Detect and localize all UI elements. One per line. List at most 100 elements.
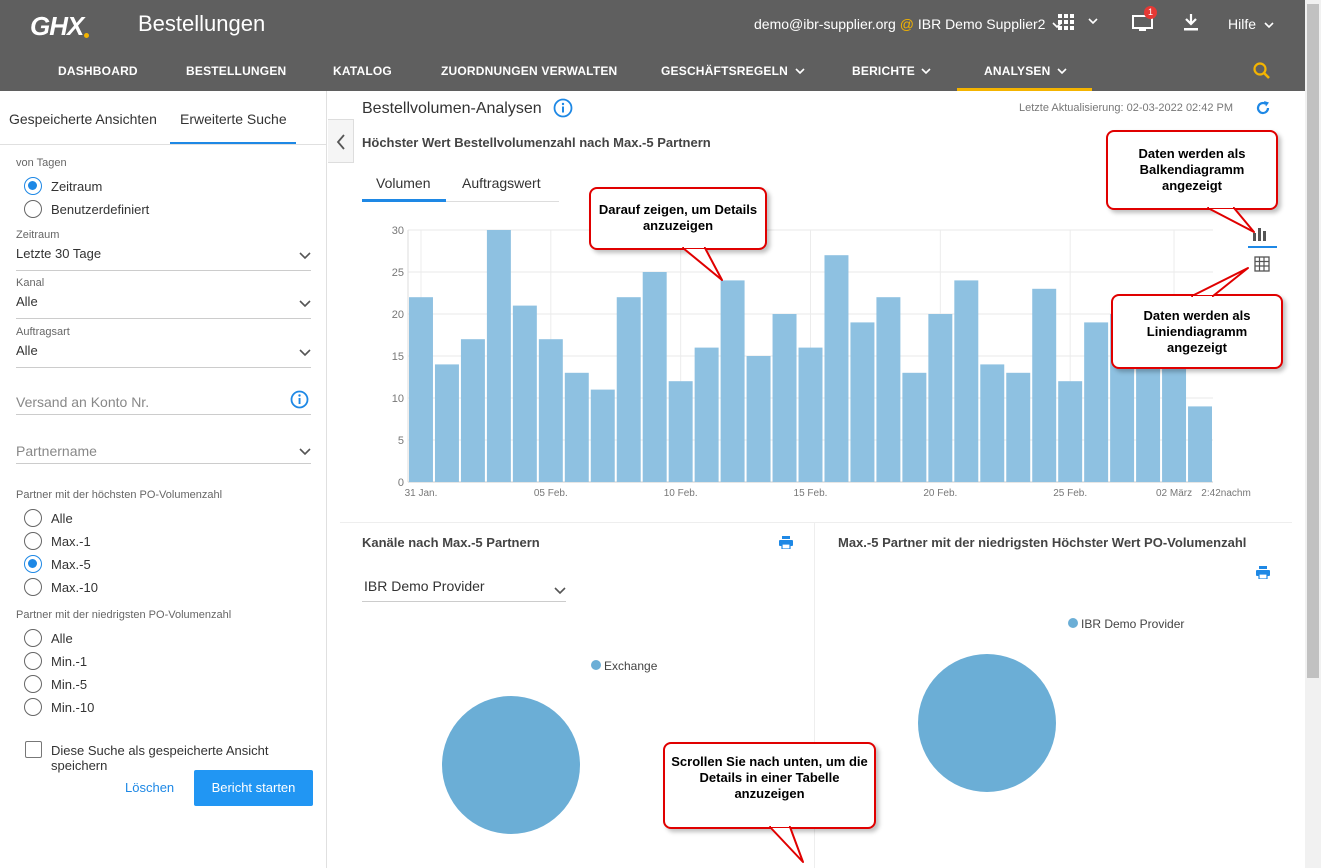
callout-scroll-table: Scrollen Sie nach unten, um die Details … <box>663 742 876 829</box>
table-grid-icon[interactable] <box>1254 256 1270 272</box>
radio-bottom-1[interactable] <box>24 652 42 670</box>
legend-label: Exchange <box>604 659 658 673</box>
radio-custom[interactable] <box>24 200 42 218</box>
info-icon[interactable] <box>553 98 573 118</box>
bar[interactable] <box>954 280 979 482</box>
partner-placeholder: Partnername <box>16 443 97 459</box>
bar[interactable] <box>1032 288 1057 482</box>
chevron-down-icon <box>1057 68 1067 75</box>
bar[interactable] <box>460 339 485 482</box>
radio-bottom-all[interactable] <box>24 629 42 647</box>
radio-label: Alle <box>51 631 73 646</box>
help-menu[interactable]: Hilfe <box>1228 16 1274 32</box>
bar[interactable] <box>1084 322 1109 482</box>
radio-top-5[interactable] <box>24 555 42 573</box>
radio-label: Max.-5 <box>51 557 91 572</box>
scrollbar-thumb[interactable] <box>1307 4 1319 678</box>
user-org: IBR Demo Supplier2 <box>917 16 1046 32</box>
radio-top-1[interactable] <box>24 532 42 550</box>
legend-marker <box>1068 618 1078 628</box>
lowest-partners-pie-slice[interactable] <box>918 654 1056 792</box>
download-icon[interactable] <box>1183 13 1199 38</box>
x-tick-label: 20 Feb. <box>923 488 957 499</box>
channel-select[interactable]: Alle <box>16 294 311 319</box>
bar[interactable] <box>746 356 771 482</box>
callout-line-mode: Daten werden als Liniendiagramm angezeig… <box>1111 294 1283 369</box>
radio-bottom-10[interactable] <box>24 698 42 716</box>
tab-auftragswert[interactable]: Auftragswert <box>462 175 541 191</box>
bar[interactable] <box>798 347 823 482</box>
order-type-label: Auftragsart <box>16 326 70 338</box>
nav-katalog[interactable]: KATALOG <box>333 64 392 78</box>
info-icon[interactable] <box>290 390 309 409</box>
radio-zeitraum[interactable] <box>24 177 42 195</box>
bar[interactable] <box>642 272 667 482</box>
bar[interactable] <box>850 322 875 482</box>
nav-label: GESCHÄFTSREGELN <box>661 64 789 78</box>
bar[interactable] <box>1188 406 1212 482</box>
clear-button[interactable]: Löschen <box>125 780 174 795</box>
radio-top-all[interactable] <box>24 509 42 527</box>
chevron-down-icon <box>299 448 311 456</box>
channels-pie-slice[interactable] <box>442 696 580 834</box>
radio-top-10[interactable] <box>24 578 42 596</box>
bar[interactable] <box>928 314 953 482</box>
period-value: Letzte 30 Tage <box>16 246 102 261</box>
bar[interactable] <box>694 347 719 482</box>
bar[interactable] <box>720 280 745 482</box>
period-select[interactable]: Letzte 30 Tage <box>16 246 311 271</box>
nav-analysen[interactable]: ANALYSEN <box>984 64 1067 78</box>
bar[interactable] <box>1006 372 1031 482</box>
bar[interactable] <box>616 297 641 482</box>
run-report-button[interactable]: Bericht starten <box>194 770 313 806</box>
apps-grid-icon[interactable] <box>1058 13 1098 36</box>
active-tab-indicator <box>362 199 446 202</box>
bar[interactable] <box>538 339 563 482</box>
chevron-down-icon <box>921 68 932 75</box>
order-type-select[interactable]: Alle <box>16 343 311 368</box>
nav-dashboard[interactable]: DASHBOARD <box>58 64 138 78</box>
bottom-partners-label: Partner mit der niedrigsten PO-Volumenza… <box>16 609 232 621</box>
save-view-label: Diese Suche als gespeicherte Ansicht spe… <box>51 743 269 773</box>
save-view-checkbox[interactable] <box>25 741 42 758</box>
provider-select[interactable]: IBR Demo Provider <box>362 578 566 602</box>
collapse-sidebar-button[interactable] <box>328 119 354 163</box>
print-icon[interactable] <box>1256 566 1270 579</box>
search-icon[interactable] <box>1253 62 1271 83</box>
bar[interactable] <box>409 297 433 482</box>
print-icon[interactable] <box>779 536 793 549</box>
x-tick-label: 31 Jan. <box>405 488 438 499</box>
user-account[interactable]: demo@ibr-supplier.org @ IBR Demo Supplie… <box>754 16 1062 32</box>
refresh-icon[interactable] <box>1255 100 1271 116</box>
nav-berichte[interactable]: BERICHTE <box>852 64 932 78</box>
bar-chart-icon[interactable] <box>1250 225 1272 243</box>
x-tick-label: 25 Feb. <box>1053 488 1087 499</box>
bar[interactable] <box>1058 381 1083 482</box>
partner-name-select[interactable]: Partnername <box>16 434 311 464</box>
bar[interactable] <box>590 389 615 482</box>
nav-bestellungen[interactable]: BESTELLUNGEN <box>186 64 286 78</box>
ghx-logo[interactable]: GHX <box>30 11 90 42</box>
bar[interactable] <box>434 364 459 482</box>
tab-saved-views[interactable]: Gespeicherte Ansichten <box>9 111 157 127</box>
bar[interactable] <box>512 305 537 482</box>
nav-label: BERICHTE <box>852 64 915 78</box>
bar[interactable] <box>980 364 1005 482</box>
bar[interactable] <box>824 255 849 482</box>
nav-geschaeftsregeln[interactable]: GESCHÄFTSREGELN <box>661 64 805 78</box>
radio-bottom-5[interactable] <box>24 675 42 693</box>
bar[interactable] <box>902 372 927 482</box>
y-tick-label: 20 <box>392 309 404 321</box>
bar[interactable] <box>564 372 589 482</box>
nav-zuordnungen[interactable]: ZUORDNUNGEN VERWALTEN <box>441 64 617 78</box>
bar[interactable] <box>772 314 797 482</box>
bar[interactable] <box>876 297 901 482</box>
tab-volumen[interactable]: Volumen <box>376 175 430 191</box>
callout-bar-mode: Daten werden als Balkendiagramm angezeig… <box>1106 130 1278 210</box>
bar[interactable] <box>668 381 693 482</box>
account-number-field[interactable]: Versand an Konto Nr. <box>16 385 311 415</box>
y-tick-label: 5 <box>398 435 404 447</box>
bar[interactable] <box>486 230 511 482</box>
tab-advanced-search[interactable]: Erweiterte Suche <box>180 111 287 127</box>
radio-label: Max.-10 <box>51 580 98 595</box>
